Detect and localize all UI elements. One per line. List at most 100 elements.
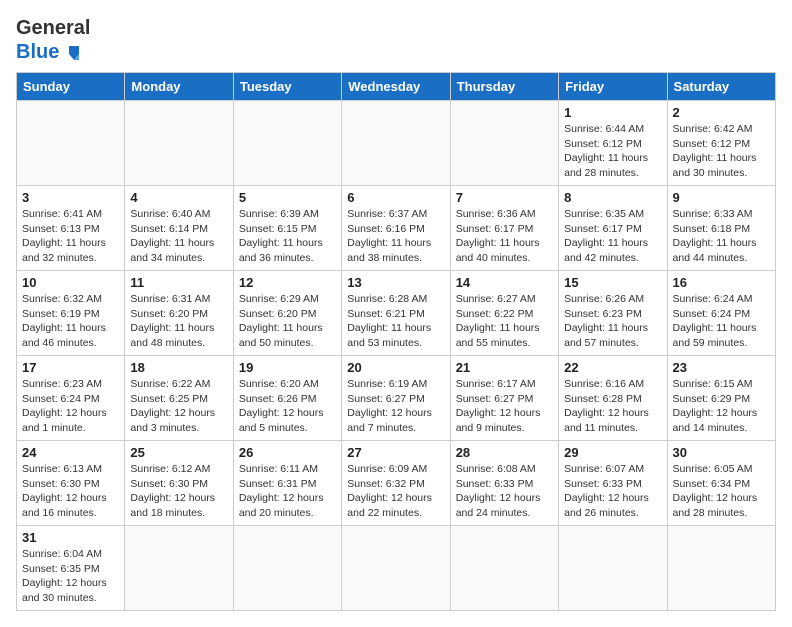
calendar-cell xyxy=(667,526,775,611)
day-info: Sunrise: 6:04 AM Sunset: 6:35 PM Dayligh… xyxy=(22,547,119,606)
day-info: Sunrise: 6:33 AM Sunset: 6:18 PM Dayligh… xyxy=(673,207,770,266)
calendar-cell: 27Sunrise: 6:09 AM Sunset: 6:32 PM Dayli… xyxy=(342,441,450,526)
calendar-cell: 31 Sunrise: 6:04 AM Sunset: 6:35 PM Dayli… xyxy=(17,526,125,611)
calendar-cell xyxy=(450,101,558,186)
weekday-header-tuesday: Tuesday xyxy=(233,73,341,101)
calendar-cell xyxy=(125,101,233,186)
calendar-cell: 11 Sunrise: 6:31 AM Sunset: 6:20 PM Dayli… xyxy=(125,271,233,356)
day-info: Sunrise: 6:22 AM Sunset: 6:25 PM Dayligh… xyxy=(130,377,227,436)
day-info: Sunrise: 6:13 AM Sunset: 6:30 PM Dayligh… xyxy=(22,462,119,521)
day-info: Sunrise: 6:07 AM Sunset: 6:33 PM Dayligh… xyxy=(564,462,661,521)
weekday-header-monday: Monday xyxy=(125,73,233,101)
day-info: Sunrise: 6:41 AM Sunset: 6:13 PM Dayligh… xyxy=(22,207,119,266)
calendar-cell: 4Sunrise: 6:40 AM Sunset: 6:14 PM Daylig… xyxy=(125,186,233,271)
day-info: Sunrise: 6:31 AM Sunset: 6:20 PM Dayligh… xyxy=(130,292,227,351)
day-number: 3 xyxy=(22,190,119,205)
weekday-header-friday: Friday xyxy=(559,73,667,101)
calendar-cell xyxy=(342,526,450,611)
calendar-week-row: 1 Sunrise: 6:44 AM Sunset: 6:12 PM Daylig… xyxy=(17,101,776,186)
day-info: Sunrise: 6:39 AM Sunset: 6:15 PM Dayligh… xyxy=(239,207,336,266)
day-info: Sunrise: 6:29 AM Sunset: 6:20 PM Dayligh… xyxy=(239,292,336,351)
day-number: 27 xyxy=(347,445,444,460)
calendar-cell: 26Sunrise: 6:11 AM Sunset: 6:31 PM Dayli… xyxy=(233,441,341,526)
calendar-cell: 17 Sunrise: 6:23 AM Sunset: 6:24 PM Dayli… xyxy=(17,356,125,441)
calendar-cell: 2 Sunrise: 6:42 AM Sunset: 6:12 PM Daylig… xyxy=(667,101,775,186)
day-info: Sunrise: 6:17 AM Sunset: 6:27 PM Dayligh… xyxy=(456,377,553,436)
calendar-table: SundayMondayTuesdayWednesdayThursdayFrid… xyxy=(16,72,776,611)
day-number: 5 xyxy=(239,190,336,205)
calendar-cell: 18Sunrise: 6:22 AM Sunset: 6:25 PM Dayli… xyxy=(125,356,233,441)
calendar-cell: 6Sunrise: 6:37 AM Sunset: 6:16 PM Daylig… xyxy=(342,186,450,271)
weekday-header-saturday: Saturday xyxy=(667,73,775,101)
day-number: 15 xyxy=(564,275,661,290)
day-info: Sunrise: 6:15 AM Sunset: 6:29 PM Dayligh… xyxy=(673,377,770,436)
day-number: 28 xyxy=(456,445,553,460)
calendar-week-row: 10Sunrise: 6:32 AM Sunset: 6:19 PM Dayli… xyxy=(17,271,776,356)
day-info: Sunrise: 6:35 AM Sunset: 6:17 PM Dayligh… xyxy=(564,207,661,266)
weekday-header-sunday: Sunday xyxy=(17,73,125,101)
calendar-cell: 28 Sunrise: 6:08 AM Sunset: 6:33 PM Dayli… xyxy=(450,441,558,526)
calendar-week-row: 31 Sunrise: 6:04 AM Sunset: 6:35 PM Dayli… xyxy=(17,526,776,611)
calendar-cell: 13 Sunrise: 6:28 AM Sunset: 6:21 PM Dayli… xyxy=(342,271,450,356)
calendar-cell: 24Sunrise: 6:13 AM Sunset: 6:30 PM Dayli… xyxy=(17,441,125,526)
day-number: 16 xyxy=(673,275,770,290)
day-info: Sunrise: 6:12 AM Sunset: 6:30 PM Dayligh… xyxy=(130,462,227,521)
day-number: 7 xyxy=(456,190,553,205)
day-info: Sunrise: 6:28 AM Sunset: 6:21 PM Dayligh… xyxy=(347,292,444,351)
day-number: 30 xyxy=(673,445,770,460)
day-info: Sunrise: 6:20 AM Sunset: 6:26 PM Dayligh… xyxy=(239,377,336,436)
calendar-week-row: 3 Sunrise: 6:41 AM Sunset: 6:13 PM Daylig… xyxy=(17,186,776,271)
day-info: Sunrise: 6:23 AM Sunset: 6:24 PM Dayligh… xyxy=(22,377,119,436)
day-number: 13 xyxy=(347,275,444,290)
day-number: 11 xyxy=(130,275,227,290)
calendar-cell: 12 Sunrise: 6:29 AM Sunset: 6:20 PM Dayli… xyxy=(233,271,341,356)
calendar-cell: 5 Sunrise: 6:39 AM Sunset: 6:15 PM Daylig… xyxy=(233,186,341,271)
day-number: 12 xyxy=(239,275,336,290)
calendar-cell: 9 Sunrise: 6:33 AM Sunset: 6:18 PM Daylig… xyxy=(667,186,775,271)
day-number: 25 xyxy=(130,445,227,460)
calendar-cell xyxy=(17,101,125,186)
calendar-cell: 10Sunrise: 6:32 AM Sunset: 6:19 PM Dayli… xyxy=(17,271,125,356)
day-info: Sunrise: 6:16 AM Sunset: 6:28 PM Dayligh… xyxy=(564,377,661,436)
calendar-cell: 22 Sunrise: 6:16 AM Sunset: 6:28 PM Dayli… xyxy=(559,356,667,441)
day-number: 14 xyxy=(456,275,553,290)
day-number: 20 xyxy=(347,360,444,375)
day-number: 23 xyxy=(673,360,770,375)
weekday-header-row: SundayMondayTuesdayWednesdayThursdayFrid… xyxy=(17,73,776,101)
calendar-cell xyxy=(233,101,341,186)
calendar-cell: 14 Sunrise: 6:27 AM Sunset: 6:22 PM Dayli… xyxy=(450,271,558,356)
day-number: 8 xyxy=(564,190,661,205)
calendar-week-row: 17 Sunrise: 6:23 AM Sunset: 6:24 PM Dayli… xyxy=(17,356,776,441)
day-info: Sunrise: 6:32 AM Sunset: 6:19 PM Dayligh… xyxy=(22,292,119,351)
day-info: Sunrise: 6:08 AM Sunset: 6:33 PM Dayligh… xyxy=(456,462,553,521)
day-number: 6 xyxy=(347,190,444,205)
day-number: 2 xyxy=(673,105,770,120)
calendar-cell: 1 Sunrise: 6:44 AM Sunset: 6:12 PM Daylig… xyxy=(559,101,667,186)
day-number: 21 xyxy=(456,360,553,375)
calendar-cell xyxy=(342,101,450,186)
calendar-cell: 20Sunrise: 6:19 AM Sunset: 6:27 PM Dayli… xyxy=(342,356,450,441)
weekday-header-wednesday: Wednesday xyxy=(342,73,450,101)
calendar-cell xyxy=(450,526,558,611)
calendar-cell: 7Sunrise: 6:36 AM Sunset: 6:17 PM Daylig… xyxy=(450,186,558,271)
calendar-cell: 29 Sunrise: 6:07 AM Sunset: 6:33 PM Dayli… xyxy=(559,441,667,526)
day-info: Sunrise: 6:11 AM Sunset: 6:31 PM Dayligh… xyxy=(239,462,336,521)
day-info: Sunrise: 6:24 AM Sunset: 6:24 PM Dayligh… xyxy=(673,292,770,351)
day-info: Sunrise: 6:44 AM Sunset: 6:12 PM Dayligh… xyxy=(564,122,661,181)
day-number: 9 xyxy=(673,190,770,205)
day-number: 29 xyxy=(564,445,661,460)
day-number: 1 xyxy=(564,105,661,120)
calendar-cell: 25 Sunrise: 6:12 AM Sunset: 6:30 PM Dayli… xyxy=(125,441,233,526)
day-number: 4 xyxy=(130,190,227,205)
day-number: 19 xyxy=(239,360,336,375)
calendar-cell: 8 Sunrise: 6:35 AM Sunset: 6:17 PM Daylig… xyxy=(559,186,667,271)
day-number: 22 xyxy=(564,360,661,375)
day-info: Sunrise: 6:27 AM Sunset: 6:22 PM Dayligh… xyxy=(456,292,553,351)
calendar-cell: 16 Sunrise: 6:24 AM Sunset: 6:24 PM Dayli… xyxy=(667,271,775,356)
day-number: 17 xyxy=(22,360,119,375)
logo-text: General Blue xyxy=(16,16,90,64)
day-number: 31 xyxy=(22,530,119,545)
calendar-cell: 3 Sunrise: 6:41 AM Sunset: 6:13 PM Daylig… xyxy=(17,186,125,271)
day-info: Sunrise: 6:42 AM Sunset: 6:12 PM Dayligh… xyxy=(673,122,770,181)
calendar-cell: 21 Sunrise: 6:17 AM Sunset: 6:27 PM Dayli… xyxy=(450,356,558,441)
